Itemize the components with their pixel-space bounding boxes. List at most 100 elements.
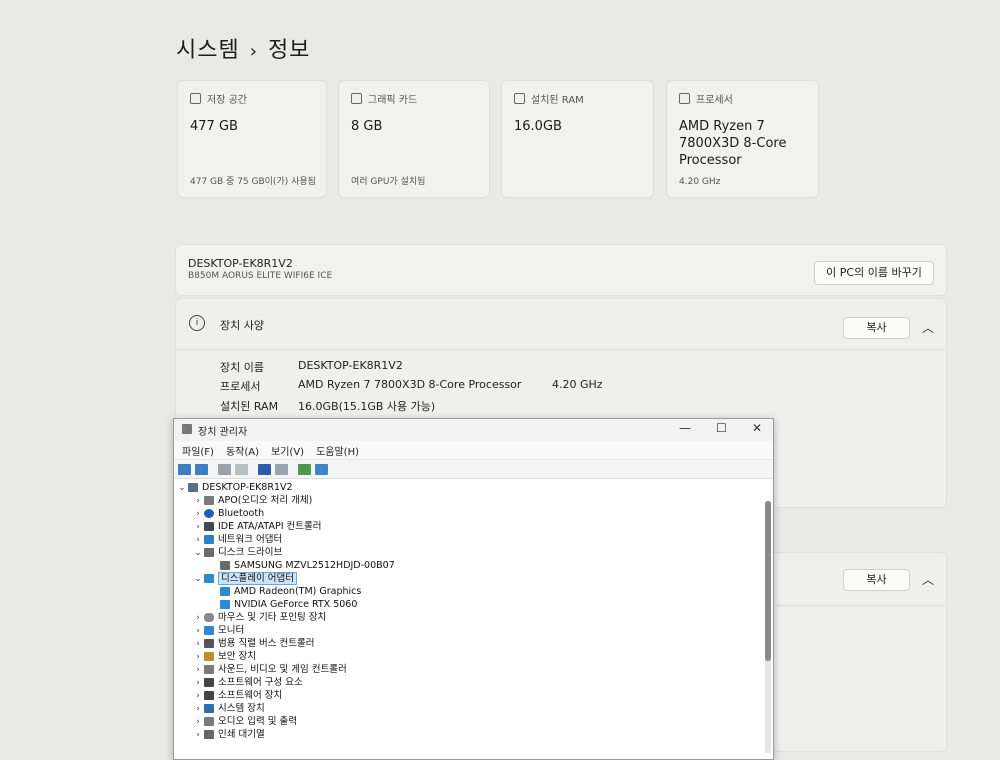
- expand-arrow-icon[interactable]: ›: [192, 729, 204, 742]
- audio-icon: [204, 717, 214, 726]
- menu-help[interactable]: 도움말(H): [316, 443, 359, 458]
- menubar: 파일(F) 동작(A) 보기(V) 도움말(H): [174, 441, 773, 460]
- page-title: 정보: [267, 38, 311, 63]
- tree-node-sound[interactable]: › 사운드, 비디오 및 게임 컨트롤러: [192, 663, 347, 676]
- info-icon: i: [189, 315, 205, 331]
- forward-icon[interactable]: [195, 463, 208, 475]
- software-icon: [204, 678, 214, 687]
- display-icon: [220, 587, 230, 596]
- collapse-specs-icon[interactable]: ︿: [922, 319, 934, 336]
- spec-value: AMD Ryzen 7 7800X3D 8-Core Processor: [298, 378, 522, 391]
- spec-extra: 4.20 GHz: [552, 378, 603, 391]
- tree-node-audio-io[interactable]: › 오디오 입력 및 출력: [192, 715, 297, 728]
- collapse-windows-specs-icon[interactable]: ︿: [922, 571, 934, 588]
- expand-arrow-icon[interactable]: ⌄: [192, 547, 204, 560]
- storage-label: 저장 공간: [207, 95, 247, 106]
- software-icon: [204, 691, 214, 700]
- tree-node-security[interactable]: › 보안 장치: [192, 650, 256, 663]
- spec-row-device-name: 장치 이름 DESKTOP-EK8R1V2: [220, 359, 403, 375]
- processor-icon: [679, 93, 690, 104]
- spec-value: 16.0GB(15.1GB 사용 가능): [298, 400, 436, 413]
- processor-value: AMD Ryzen 7 7800X3D 8-Core Processor: [679, 119, 787, 168]
- menu-view[interactable]: 보기(V): [271, 443, 304, 458]
- view-icon[interactable]: [275, 463, 288, 475]
- scrollbar-thumb[interactable]: [765, 501, 771, 661]
- display-icon: [204, 574, 214, 583]
- properties-icon[interactable]: [235, 463, 248, 475]
- storage-card[interactable]: 저장 공간 477 GB 477 GB 중 75 GB이(가) 사용됨: [177, 80, 327, 198]
- pc-name-panel: DESKTOP-EK8R1V2 B850M AORUS ELITE WIFI6E…: [175, 244, 947, 296]
- tree-node-bluetooth[interactable]: › Bluetooth: [192, 507, 264, 520]
- processor-card[interactable]: 프로세서 AMD Ryzen 7 7800X3D 8-Core Processo…: [666, 80, 819, 198]
- back-icon[interactable]: [178, 463, 191, 475]
- copy-specs-button[interactable]: 복사: [843, 317, 910, 339]
- storage-sub: 477 GB 중 75 GB이(가) 사용됨: [190, 177, 316, 187]
- tree-node-usb[interactable]: › 범용 직렬 버스 컨트롤러: [192, 637, 314, 650]
- tree-node-apo[interactable]: › APO(오디오 처리 개체): [192, 494, 312, 507]
- tree-node-mice[interactable]: › 마우스 및 기타 포인팅 장치: [192, 611, 326, 624]
- spec-label: 프로세서: [220, 380, 261, 393]
- tree-node-samsung-ssd[interactable]: SAMSUNG MZVL2512HDJD-00B07: [208, 559, 395, 572]
- device-specs-title: 장치 사양: [220, 319, 264, 332]
- tree-node-root[interactable]: ⌄ DESKTOP-EK8R1V2: [176, 481, 292, 495]
- mouse-icon: [204, 613, 214, 622]
- graphics-label: 그래픽 카드: [368, 95, 418, 106]
- network-icon: [204, 535, 214, 544]
- breadcrumb: 시스템 › 정보: [176, 32, 310, 64]
- tree-node-monitors[interactable]: › 모니터: [192, 624, 244, 637]
- ram-label: 설치된 RAM: [531, 95, 584, 106]
- tree-node-amd-radeon[interactable]: AMD Radeon(TM) Graphics: [208, 585, 361, 598]
- tree-node-system-devices[interactable]: › 시스템 장치: [192, 702, 265, 715]
- tree-node-nvidia-rtx[interactable]: NVIDIA GeForce RTX 5060: [208, 598, 357, 611]
- close-icon[interactable]: ✕: [752, 421, 762, 435]
- spec-label: 장치 이름: [220, 361, 264, 374]
- graphics-card-icon: [351, 93, 362, 104]
- pc-name: DESKTOP-EK8R1V2: [188, 257, 293, 270]
- ram-card[interactable]: 설치된 RAM 16.0GB: [501, 80, 654, 198]
- tree-node-display-adapters[interactable]: ⌄ 디스플레이 어댑터: [192, 572, 297, 585]
- maximize-icon[interactable]: ☐: [716, 421, 727, 435]
- controller-icon: [204, 522, 214, 531]
- display-icon: [220, 600, 230, 609]
- tree-node-network[interactable]: › 네트워크 어댑터: [192, 533, 282, 546]
- tree-node-software-components[interactable]: › 소프트웨어 구성 요소: [192, 676, 303, 689]
- system-icon: [204, 704, 214, 713]
- vertical-scrollbar[interactable]: [765, 501, 771, 753]
- sound-icon: [204, 665, 214, 674]
- printer-icon: [204, 730, 214, 739]
- ram-value: 16.0GB: [514, 119, 562, 134]
- pc-model: B850M AORUS ELITE WIFI6E ICE: [188, 271, 333, 281]
- spec-row-ram: 설치된 RAM 16.0GB(15.1GB 사용 가능): [220, 398, 435, 414]
- breadcrumb-parent[interactable]: 시스템: [176, 38, 240, 63]
- processor-label: 프로세서: [696, 95, 733, 106]
- tree-node-software-devices[interactable]: › 소프트웨어 장치: [192, 689, 282, 702]
- divider: [176, 349, 946, 350]
- rename-pc-button[interactable]: 이 PC의 이름 바꾸기: [814, 261, 934, 285]
- toolbar: [174, 460, 773, 479]
- tree-node-disk-drives[interactable]: ⌄ 디스크 드라이브: [192, 546, 282, 559]
- menu-file[interactable]: 파일(F): [182, 443, 214, 458]
- minimize-icon[interactable]: —: [679, 421, 691, 435]
- help-icon[interactable]: [258, 463, 271, 475]
- copy-windows-specs-button[interactable]: 복사: [843, 569, 910, 591]
- graphics-card[interactable]: 그래픽 카드 8 GB 여러 GPU가 설치됨: [338, 80, 490, 198]
- device-manager-titlebar[interactable]: 장치 관리자 — ☐ ✕: [174, 419, 773, 441]
- expand-arrow-icon[interactable]: ⌄: [192, 573, 204, 586]
- disk-icon: [220, 561, 230, 570]
- menu-action[interactable]: 동작(A): [226, 443, 259, 458]
- show-hide-console-icon[interactable]: [218, 463, 231, 475]
- monitor-toolbar-icon[interactable]: [315, 463, 328, 475]
- computer-icon: [188, 483, 198, 492]
- storage-icon: [190, 93, 201, 104]
- expand-arrow-icon[interactable]: ⌄: [176, 482, 188, 495]
- breadcrumb-separator: ›: [249, 41, 258, 62]
- spec-label: 설치된 RAM: [220, 400, 279, 413]
- tree-node-print-queues[interactable]: › 인쇄 대기열: [192, 728, 265, 741]
- disk-icon: [204, 548, 214, 557]
- security-icon: [204, 652, 214, 661]
- bluetooth-icon: [204, 509, 214, 518]
- ram-icon: [514, 93, 525, 104]
- audio-icon: [204, 496, 214, 505]
- tree-node-ide[interactable]: › IDE ATA/ATAPI 컨트롤러: [192, 520, 321, 533]
- scan-hardware-icon[interactable]: [298, 463, 311, 475]
